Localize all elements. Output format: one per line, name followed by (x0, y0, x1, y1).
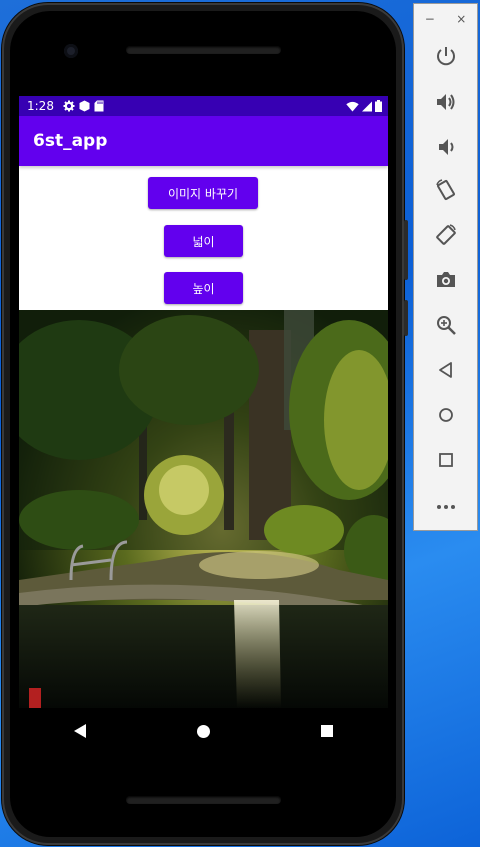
rotate-right-button[interactable] (428, 217, 464, 253)
camera-icon (437, 272, 455, 287)
home-icon (439, 408, 453, 422)
overview-button[interactable] (428, 442, 464, 478)
rotate-left-icon (436, 179, 455, 201)
status-time: 1:28 (27, 99, 54, 113)
width-button[interactable]: 넓이 (164, 225, 243, 257)
screenshot-button[interactable] (428, 262, 464, 298)
sd-card-icon (94, 100, 104, 112)
shield-icon (79, 100, 90, 112)
home-button[interactable] (428, 397, 464, 433)
power-button[interactable] (428, 38, 464, 74)
garden-pond-image (19, 310, 388, 708)
power-key (404, 300, 408, 336)
device-screen: 1:28 6st_app 이미지 바꾸기 넓이 높이 (19, 96, 388, 708)
zoom-icon (437, 316, 456, 335)
height-button[interactable]: 높이 (164, 272, 243, 304)
app-bar: 6st_app (19, 116, 388, 166)
close-button[interactable]: × (456, 12, 466, 26)
volume-down-button[interactable] (428, 129, 464, 165)
nav-overview-icon[interactable] (320, 725, 333, 737)
back-button[interactable] (428, 352, 464, 388)
bottom-speaker (126, 796, 281, 804)
navigation-bar (19, 708, 388, 754)
status-bar: 1:28 (19, 96, 388, 116)
nav-back-icon[interactable] (74, 724, 87, 738)
top-speaker (126, 46, 281, 54)
change-image-button[interactable]: 이미지 바꾸기 (148, 177, 258, 209)
more-button[interactable] (428, 489, 464, 525)
zoom-button[interactable] (428, 307, 464, 343)
wifi-icon (346, 101, 359, 111)
more-icon (437, 505, 455, 509)
nav-home-icon[interactable] (196, 724, 210, 738)
front-camera (64, 44, 78, 58)
minimize-button[interactable]: − (425, 12, 435, 26)
power-icon (437, 47, 455, 66)
emulator-toolbar: − × (413, 3, 478, 531)
back-icon (439, 362, 452, 378)
rotate-right-icon (436, 224, 456, 245)
overview-icon (439, 453, 453, 467)
volume-up-button[interactable] (428, 84, 464, 120)
volume-up-icon (437, 94, 455, 110)
signal-icon (362, 101, 372, 111)
app-title: 6st_app (33, 131, 108, 151)
volume-down-icon (439, 139, 454, 155)
battery-icon (375, 100, 382, 112)
rotate-left-button[interactable] (428, 172, 464, 208)
volume-rocker (404, 220, 408, 280)
settings-icon (63, 100, 75, 112)
